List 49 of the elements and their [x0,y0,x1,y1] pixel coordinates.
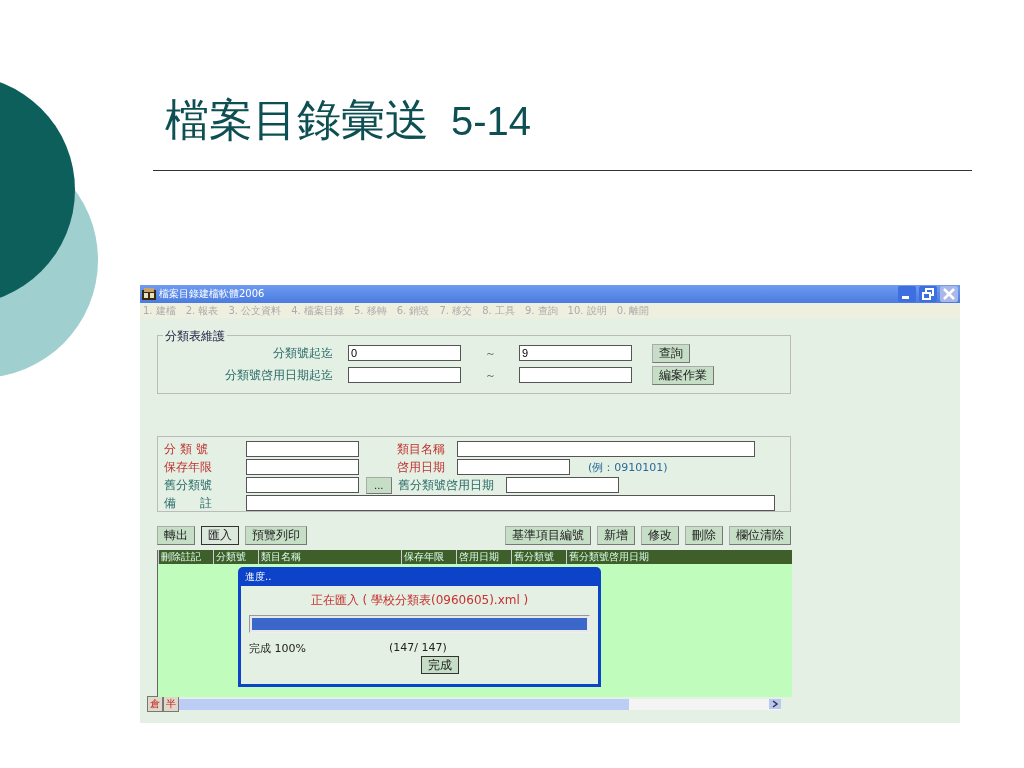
field-label: 分 類 號 [164,440,209,458]
progress-status: 完成 100% [249,641,307,656]
progress-count: (147/ 147) [389,641,447,656]
format-hint: (例：0910101) [588,459,668,475]
field-label: 類目名稱 [397,440,445,458]
field-label: 保存年限 [164,458,213,476]
toolbar-button[interactable]: 欄位清除 [729,526,791,545]
book-icon [142,288,156,300]
field-label: 舊分類號啓用日期 [397,476,494,494]
toolbar-button[interactable]: 轉出 [157,526,195,545]
range-separator: ～ [483,367,497,383]
browse-button[interactable]: ... [366,476,392,494]
group-title: 分類表維護 [163,328,227,345]
field-label: 舊分類號 [164,476,213,494]
input-field[interactable] [457,459,570,475]
input-field[interactable] [348,367,461,383]
toolbar-button[interactable]: 刪除 [685,526,723,545]
window-title: 檔案目錄建檔軟體2006 [159,287,265,301]
horizontal-scrollbar[interactable] [179,698,781,710]
action-button[interactable]: 編案作業 [652,365,714,385]
minimize-button[interactable] [898,286,916,302]
toolbar-button[interactable]: 匯入 [201,526,239,545]
done-button[interactable]: 完成 [420,656,459,674]
toolbar-button[interactable]: 預覽列印 [245,526,307,545]
field-label: 分類號啓用日期起迄 [224,366,333,384]
scroll-thumb[interactable] [179,698,629,710]
toolbar-button[interactable]: 修改 [641,526,679,545]
range-separator: ～ [483,345,497,361]
dialog-title: 進度.. [244,570,273,584]
field-label: 分類號起迄 [272,344,333,362]
input-field[interactable] [246,459,359,475]
input-field[interactable] [246,477,359,493]
slide-title: 檔案目錄彙送 5-14 [165,93,533,147]
field-label: 啓用日期 [397,458,445,476]
scroll-right-icon[interactable] [769,699,781,709]
toolbar-button[interactable]: 新增 [597,526,635,545]
input-field[interactable] [457,441,755,457]
restore-button[interactable] [919,286,937,302]
field-label: 備 註 [164,494,213,512]
input-field[interactable] [246,495,775,511]
input-field[interactable] [519,367,632,383]
input-field[interactable] [505,477,619,493]
input-mode-indicator[interactable]: 倉 [147,696,163,712]
input-field[interactable]: 9 [519,345,632,361]
input-field[interactable] [246,441,359,457]
toolbar-button[interactable]: 基準項目編號 [505,526,591,545]
progress-message: 正在匯入 ( 學校分類表(0960605).xml ) [309,592,530,609]
input-field[interactable]: 0 [348,345,461,361]
action-button[interactable]: 查詢 [652,343,690,363]
